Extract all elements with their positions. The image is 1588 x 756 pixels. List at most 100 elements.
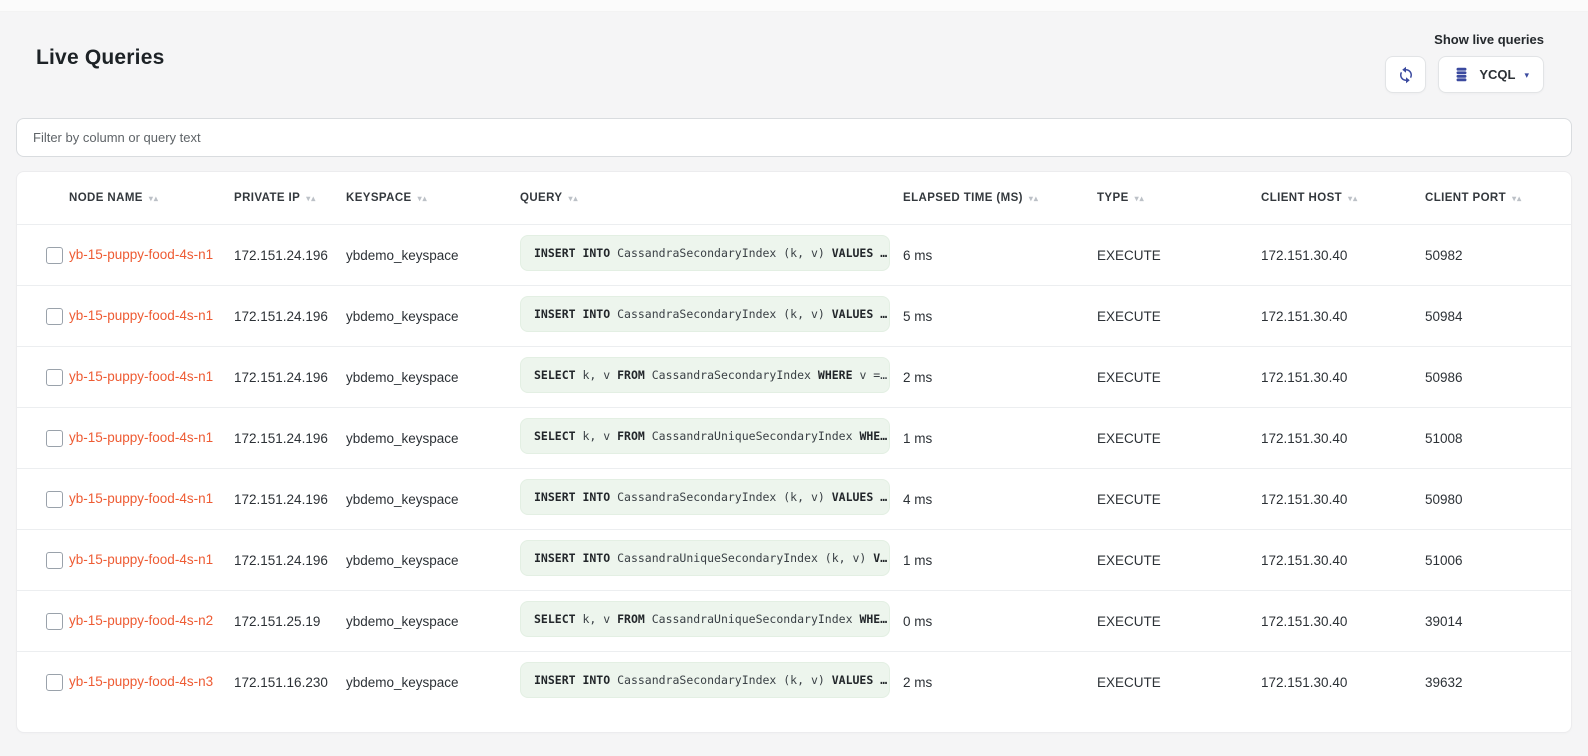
keyspace-cell: ybdemo_keyspace <box>346 431 520 446</box>
table-row: yb-15-puppy-food-4s-n2 172.151.25.19 ybd… <box>17 590 1571 651</box>
query-type-cell: EXECUTE <box>1097 370 1261 385</box>
node-name-link[interactable]: yb-15-puppy-food-4s-n3 <box>69 674 213 689</box>
private-ip-cell: 172.151.25.19 <box>234 614 346 629</box>
client-host-cell: 172.151.30.40 <box>1261 492 1425 507</box>
query-chip[interactable]: SELECT k, v FROM CassandraUniqueSecondar… <box>520 601 890 637</box>
sort-icons[interactable]: ▾▴ <box>418 194 428 203</box>
elapsed-time-cell: 1 ms <box>903 431 1097 446</box>
sort-icons[interactable]: ▾▴ <box>306 194 316 203</box>
column-header-node-name[interactable]: NODE NAME▾▴ <box>69 192 234 204</box>
row-checkbox[interactable] <box>46 552 63 569</box>
node-name-link[interactable]: yb-15-puppy-food-4s-n1 <box>69 491 213 506</box>
api-selector-value: YCQL <box>1479 67 1515 82</box>
table-row: yb-15-puppy-food-4s-n3 172.151.16.230 yb… <box>17 651 1571 712</box>
query-chip[interactable]: SELECT k, v FROM CassandraUniqueSecondar… <box>520 418 890 454</box>
column-header-private-ip[interactable]: PRIVATE IP▾▴ <box>234 192 346 204</box>
client-port-cell: 51008 <box>1425 431 1571 446</box>
row-checkbox[interactable] <box>46 491 63 508</box>
client-host-cell: 172.151.30.40 <box>1261 248 1425 263</box>
keyspace-cell: ybdemo_keyspace <box>346 492 520 507</box>
top-nav-edge <box>0 0 1588 12</box>
sort-icons[interactable]: ▾▴ <box>1348 194 1358 203</box>
sort-icons[interactable]: ▾▴ <box>1135 194 1145 203</box>
client-host-cell: 172.151.30.40 <box>1261 553 1425 568</box>
table-body: yb-15-puppy-food-4s-n1 172.151.24.196 yb… <box>17 224 1571 712</box>
toolbar-label: Show live queries <box>1434 32 1544 47</box>
sort-icons[interactable]: ▾▴ <box>149 194 159 203</box>
row-checkbox[interactable] <box>46 613 63 630</box>
query-chip[interactable]: INSERT INTO CassandraSecondaryIndex (k, … <box>520 296 890 332</box>
elapsed-time-cell: 5 ms <box>903 309 1097 324</box>
query-type-cell: EXECUTE <box>1097 614 1261 629</box>
node-name-link[interactable]: yb-15-puppy-food-4s-n1 <box>69 552 213 567</box>
query-chip[interactable]: INSERT INTO CassandraSecondaryIndex (k, … <box>520 662 890 698</box>
client-port-cell: 51006 <box>1425 553 1571 568</box>
table-row: yb-15-puppy-food-4s-n1 172.151.24.196 yb… <box>17 285 1571 346</box>
query-type-cell: EXECUTE <box>1097 553 1261 568</box>
node-name-link[interactable]: yb-15-puppy-food-4s-n1 <box>69 247 213 262</box>
filter-input[interactable] <box>16 118 1572 157</box>
client-host-cell: 172.151.30.40 <box>1261 431 1425 446</box>
query-type-cell: EXECUTE <box>1097 431 1261 446</box>
api-selector-dropdown[interactable]: YCQL ▾ <box>1438 56 1544 93</box>
query-type-cell: EXECUTE <box>1097 248 1261 263</box>
filter-bar <box>16 118 1572 157</box>
table-header-row: NODE NAME▾▴ PRIVATE IP▾▴ KEYSPACE▾▴ QUER… <box>17 172 1571 224</box>
column-header-elapsed-time[interactable]: ELAPSED TIME (MS)▾▴ <box>903 192 1097 204</box>
client-host-cell: 172.151.30.40 <box>1261 675 1425 690</box>
private-ip-cell: 172.151.24.196 <box>234 492 346 507</box>
column-header-client-host[interactable]: CLIENT HOST▾▴ <box>1261 192 1425 204</box>
column-header-client-port[interactable]: CLIENT PORT▾▴ <box>1425 192 1571 204</box>
query-chip[interactable]: INSERT INTO CassandraUniqueSecondaryInde… <box>520 540 890 576</box>
private-ip-cell: 172.151.24.196 <box>234 553 346 568</box>
keyspace-cell: ybdemo_keyspace <box>346 614 520 629</box>
page-title: Live Queries <box>36 32 164 70</box>
row-checkbox[interactable] <box>46 369 63 386</box>
node-name-link[interactable]: yb-15-puppy-food-4s-n2 <box>69 613 213 628</box>
query-chip[interactable]: INSERT INTO CassandraSecondaryIndex (k, … <box>520 479 890 515</box>
sort-icons[interactable]: ▾▴ <box>1029 194 1039 203</box>
column-header-type[interactable]: TYPE▾▴ <box>1097 192 1261 204</box>
keyspace-cell: ybdemo_keyspace <box>346 248 520 263</box>
sort-icons[interactable]: ▾▴ <box>1512 194 1522 203</box>
private-ip-cell: 172.151.24.196 <box>234 309 346 324</box>
client-port-cell: 39014 <box>1425 614 1571 629</box>
row-checkbox[interactable] <box>46 430 63 447</box>
refresh-button[interactable] <box>1385 56 1426 93</box>
private-ip-cell: 172.151.24.196 <box>234 431 346 446</box>
client-host-cell: 172.151.30.40 <box>1261 309 1425 324</box>
toolbar-buttons: YCQL ▾ <box>1385 56 1544 93</box>
client-port-cell: 50984 <box>1425 309 1571 324</box>
page-header: Live Queries Show live queries <box>0 12 1588 93</box>
keyspace-cell: ybdemo_keyspace <box>346 309 520 324</box>
client-port-cell: 50982 <box>1425 248 1571 263</box>
query-type-cell: EXECUTE <box>1097 492 1261 507</box>
private-ip-cell: 172.151.16.230 <box>234 675 346 690</box>
table-row: yb-15-puppy-food-4s-n1 172.151.24.196 yb… <box>17 346 1571 407</box>
keyspace-cell: ybdemo_keyspace <box>346 675 520 690</box>
elapsed-time-cell: 6 ms <box>903 248 1097 263</box>
live-queries-table: NODE NAME▾▴ PRIVATE IP▾▴ KEYSPACE▾▴ QUER… <box>16 171 1572 733</box>
column-header-keyspace[interactable]: KEYSPACE▾▴ <box>346 192 520 204</box>
table-row: yb-15-puppy-food-4s-n1 172.151.24.196 yb… <box>17 407 1571 468</box>
keyspace-cell: ybdemo_keyspace <box>346 370 520 385</box>
private-ip-cell: 172.151.24.196 <box>234 248 346 263</box>
node-name-link[interactable]: yb-15-puppy-food-4s-n1 <box>69 308 213 323</box>
node-name-link[interactable]: yb-15-puppy-food-4s-n1 <box>69 369 213 384</box>
table-row: yb-15-puppy-food-4s-n1 172.151.24.196 yb… <box>17 529 1571 590</box>
client-port-cell: 50986 <box>1425 370 1571 385</box>
query-type-cell: EXECUTE <box>1097 309 1261 324</box>
elapsed-time-cell: 2 ms <box>903 370 1097 385</box>
query-chip[interactable]: SELECT k, v FROM CassandraSecondaryIndex… <box>520 357 890 393</box>
row-checkbox[interactable] <box>46 308 63 325</box>
chevron-down-icon: ▾ <box>1524 70 1529 81</box>
elapsed-time-cell: 1 ms <box>903 553 1097 568</box>
private-ip-cell: 172.151.24.196 <box>234 370 346 385</box>
row-checkbox[interactable] <box>46 674 63 691</box>
elapsed-time-cell: 4 ms <box>903 492 1097 507</box>
sort-icons[interactable]: ▾▴ <box>568 194 578 203</box>
column-header-query[interactable]: QUERY▾▴ <box>520 192 903 204</box>
node-name-link[interactable]: yb-15-puppy-food-4s-n1 <box>69 430 213 445</box>
row-checkbox[interactable] <box>46 247 63 264</box>
query-chip[interactable]: INSERT INTO CassandraSecondaryIndex (k, … <box>520 235 890 271</box>
